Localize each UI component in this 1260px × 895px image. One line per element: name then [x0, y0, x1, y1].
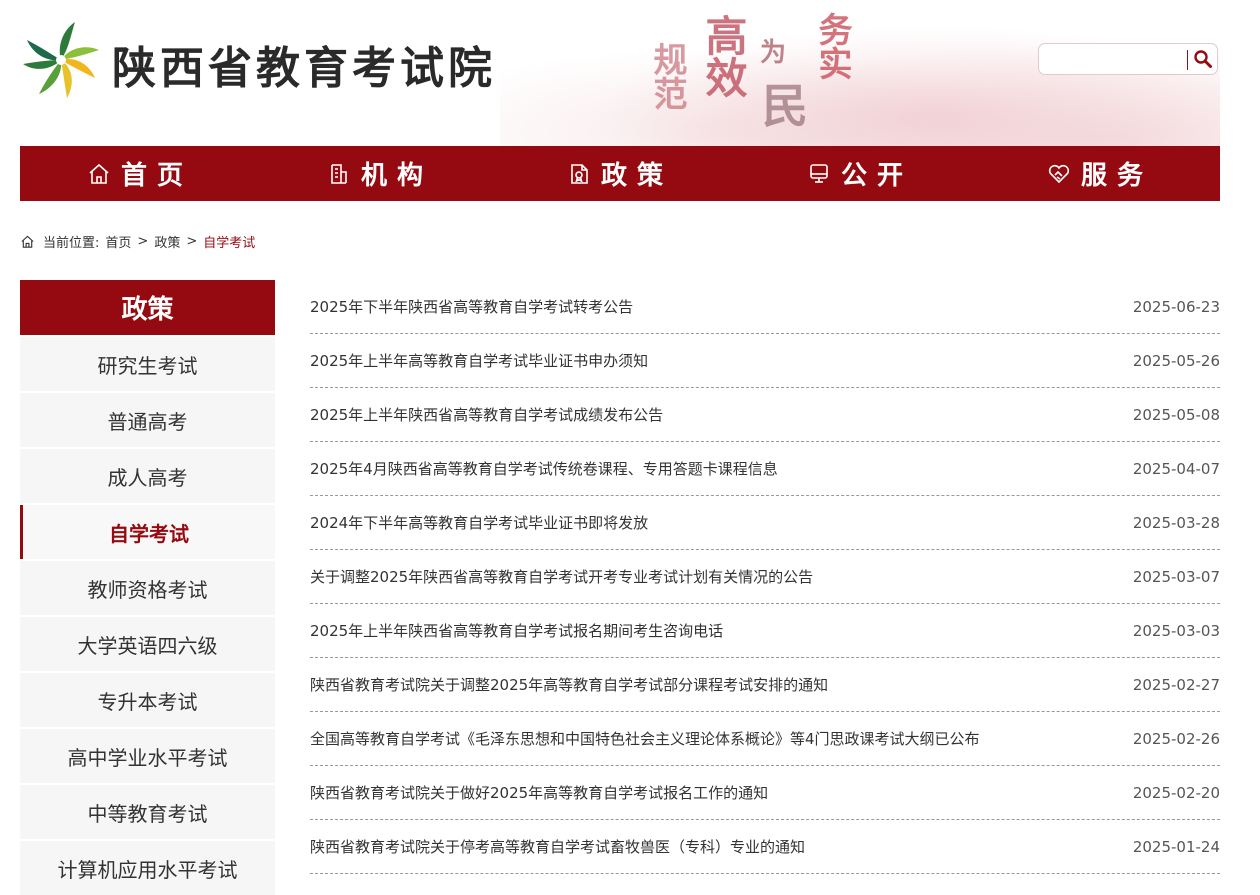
search-input[interactable] — [1045, 48, 1185, 72]
list-item[interactable]: 2025年上半年高等教育自学考试毕业证书申办须知 2025-05-26 — [310, 334, 1220, 388]
article-title-link[interactable]: 2025年上半年高等教育自学考试毕业证书申办须知 — [310, 350, 648, 371]
sidebar-item[interactable]: 计算机应用水平考试 — [20, 841, 275, 895]
nav-item-home[interactable]: 首页 — [20, 146, 260, 201]
search-icon[interactable] — [1192, 48, 1214, 70]
breadcrumb-separator: > — [186, 233, 198, 249]
search-divider — [1187, 50, 1188, 70]
nav-label: 首页 — [120, 161, 193, 191]
article-date: 2025-05-26 — [1132, 351, 1220, 370]
nav-item-policy[interactable]: 政策 — [500, 146, 740, 201]
list-item[interactable]: 陕西省教育考试院关于停考高等教育自学考试畜牧兽医（专科）专业的通知 2025-01… — [310, 820, 1220, 874]
article-title-link[interactable]: 关于调整2025年陕西省高等教育自学考试开考专业考试计划有关情况的公告 — [310, 566, 813, 587]
breadcrumb-prefix: 当前位置: — [43, 235, 100, 251]
nav-label: 政策 — [600, 161, 673, 191]
list-item[interactable]: 陕西省教育考试院关于做好2025年高等教育自学考试报名工作的通知 2025-02-… — [310, 766, 1220, 820]
sidebar-item[interactable]: 成人高考 — [20, 449, 275, 503]
breadcrumb-current: 自学考试 — [203, 235, 256, 251]
slogan-art: 规范 高效 为 民 务实 — [647, 12, 880, 133]
site-header: 陕西省教育考试院 规范 高效 为 民 务实 — [0, 0, 1260, 146]
site-title[interactable]: 陕西省教育考试院 — [112, 32, 496, 96]
article-title-link[interactable]: 2024年下半年高等教育自学考试毕业证书即将发放 — [310, 512, 648, 533]
handshake-heart-icon — [1048, 164, 1070, 183]
article-date: 2025-05-08 — [1132, 405, 1220, 424]
breadcrumb-separator: > — [137, 233, 149, 249]
list-item[interactable]: 2025年上半年陕西省高等教育自学考试报名期间考生咨询电话 2025-03-03 — [310, 604, 1220, 658]
slogan-text: 为 — [760, 38, 787, 68]
article-date: 2025-06-23 — [1132, 297, 1220, 316]
article-date: 2025-02-26 — [1132, 729, 1220, 748]
list-item[interactable]: 2024年下半年高等教育自学考试毕业证书即将发放 2025-03-28 — [310, 496, 1220, 550]
list-item[interactable]: 2025年上半年陕西省高等教育自学考试成绩发布公告 2025-05-08 — [310, 388, 1220, 442]
site-logo-icon[interactable] — [20, 18, 102, 102]
sidebar-item[interactable]: 普通高考 — [20, 393, 275, 447]
breadcrumb-link-home[interactable]: 首页 — [105, 232, 131, 251]
article-title-link[interactable]: 陕西省教育考试院关于调整2025年高等教育自学考试部分课程考试安排的通知 — [310, 674, 828, 695]
sidebar-item[interactable]: 大学英语四六级 — [20, 617, 275, 671]
article-title-link[interactable]: 陕西省教育考试院关于做好2025年高等教育自学考试报名工作的通知 — [310, 782, 768, 803]
home-icon — [89, 163, 109, 184]
article-date: 2025-02-20 — [1132, 783, 1220, 802]
list-item[interactable]: 关于调整2025年陕西省高等教育自学考试开考专业考试计划有关情况的公告 2025-… — [310, 550, 1220, 604]
sidebar-title: 政策 — [20, 280, 275, 335]
article-title-link[interactable]: 2025年4月陕西省高等教育自学考试传统卷课程、专用答题卡课程信息 — [310, 458, 778, 479]
sidebar: 政策 研究生考试 普通高考 成人高考 自学考试 教师资格考试 大学英语四六级 专升本考试 高中… — [20, 280, 275, 895]
article-title-link[interactable]: 2025年下半年陕西省高等教育自学考试转考公告 — [310, 296, 633, 317]
list-item[interactable]: 2025年下半年陕西省高等教育自学考试转考公告 2025-06-23 — [310, 280, 1220, 334]
breadcrumb: 当前位置: 首页 > 政策 > 自学考试 — [20, 232, 256, 251]
list-item[interactable]: 全国高等教育自学考试《毛泽东思想和中国特色社会主义理论体系概论》等4门思政课考试… — [310, 712, 1220, 766]
article-list: 2025年下半年陕西省高等教育自学考试转考公告 2025-06-23 2025年上半… — [310, 280, 1220, 874]
breadcrumb-link-policy[interactable]: 政策 — [154, 232, 180, 251]
sidebar-item[interactable]: 中等教育考试 — [20, 785, 275, 839]
article-title-link[interactable]: 全国高等教育自学考试《毛泽东思想和中国特色社会主义理论体系概论》等4门思政课考试… — [310, 728, 980, 749]
sidebar-item[interactable]: 自学考试 — [20, 505, 275, 559]
slogan-text: 高效 — [699, 14, 748, 98]
slogan-text: 规范 — [647, 42, 687, 110]
article-date: 2025-03-07 — [1132, 567, 1220, 586]
article-date: 2025-03-28 — [1132, 513, 1220, 532]
document-icon — [571, 163, 588, 184]
slogan-text: 民 — [762, 79, 808, 133]
sidebar-item[interactable]: 高中学业水平考试 — [20, 729, 275, 783]
home-icon — [21, 235, 34, 248]
slogan-text: 务实 — [812, 12, 852, 80]
nav-label: 服务 — [1080, 161, 1153, 191]
sidebar-item[interactable]: 专升本考试 — [20, 673, 275, 727]
nav-item-public[interactable]: 公开 — [740, 146, 980, 201]
sidebar-item[interactable]: 研究生考试 — [20, 337, 275, 391]
article-date: 2025-03-03 — [1132, 621, 1220, 640]
article-title-link[interactable]: 2025年上半年陕西省高等教育自学考试成绩发布公告 — [310, 404, 663, 425]
sidebar-item[interactable]: 教师资格考试 — [20, 561, 275, 615]
search-box — [1038, 43, 1218, 75]
list-item[interactable]: 2025年4月陕西省高等教育自学考试传统卷课程、专用答题卡课程信息 2025-04… — [310, 442, 1220, 496]
article-date: 2025-04-07 — [1132, 459, 1220, 478]
nav-item-organization[interactable]: 机构 — [260, 146, 500, 201]
building-icon — [331, 163, 347, 184]
article-date: 2025-01-24 — [1132, 837, 1220, 856]
article-title-link[interactable]: 陕西省教育考试院关于停考高等教育自学考试畜牧兽医（专科）专业的通知 — [310, 836, 805, 857]
list-item[interactable]: 陕西省教育考试院关于调整2025年高等教育自学考试部分课程考试安排的通知 2025… — [310, 658, 1220, 712]
article-title-link[interactable]: 2025年上半年陕西省高等教育自学考试报名期间考生咨询电话 — [310, 620, 723, 641]
nav-label: 机构 — [360, 161, 433, 191]
main-nav: 首页 机构 政策 公开 服务 — [20, 146, 1220, 201]
monitor-icon — [810, 163, 828, 183]
nav-item-service[interactable]: 服务 — [980, 146, 1220, 201]
article-date: 2025-02-27 — [1132, 675, 1220, 694]
nav-label: 公开 — [840, 161, 913, 191]
